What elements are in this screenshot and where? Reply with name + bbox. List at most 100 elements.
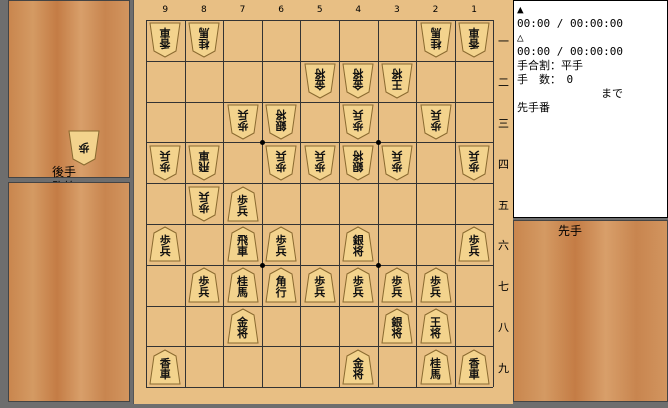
sente-piece[interactable]: 金将 — [342, 349, 374, 385]
gote-piece[interactable]: 歩兵 — [149, 145, 181, 181]
sente-piece[interactable]: 金将 — [226, 308, 259, 344]
piece-char: 歩 — [78, 141, 90, 154]
piece-char: 歩 — [391, 159, 403, 173]
gote-hand-piece[interactable]: 歩 — [68, 130, 100, 166]
piece-char: 馬 — [430, 26, 441, 40]
piece-char: 兵 — [468, 148, 480, 162]
star-point — [375, 140, 381, 146]
piece-char: 兵 — [275, 148, 287, 162]
sente-piece[interactable]: 歩兵 — [419, 267, 452, 303]
sente-piece[interactable]: 歩兵 — [226, 186, 259, 222]
gote-piece[interactable]: 桂馬 — [188, 22, 220, 58]
piece-char: 兵 — [275, 245, 287, 259]
grid-line — [146, 224, 494, 225]
piece-char: 車 — [198, 148, 210, 162]
sente-piece[interactable]: 歩兵 — [265, 226, 297, 262]
gote-piece[interactable]: 歩兵 — [304, 145, 336, 181]
sente-piece[interactable]: 王将 — [419, 308, 452, 344]
rank-label: 二 — [498, 76, 509, 90]
piece-char: 馬 — [430, 367, 441, 381]
piece-char: 香 — [159, 37, 171, 51]
gote-piece[interactable]: 金将 — [342, 63, 374, 99]
handicap-text: 手合割：平手 — [517, 59, 583, 72]
file-label: 9 — [162, 5, 169, 15]
sente-piece[interactable]: 銀将 — [342, 226, 374, 262]
grid-line — [146, 183, 494, 185]
sente-piece[interactable]: 飛車 — [226, 226, 259, 262]
gote-piece[interactable]: 銀将 — [342, 145, 374, 181]
grid-line — [146, 387, 494, 389]
piece-char: 車 — [159, 26, 171, 40]
gote-piece[interactable]: 飛車 — [188, 145, 220, 181]
komabako-area[interactable] — [8, 182, 130, 402]
piece-char: 王 — [391, 78, 403, 92]
gote-piece[interactable]: 香車 — [458, 22, 490, 58]
rank-label: 三 — [498, 117, 509, 130]
sente-piece[interactable]: 桂馬 — [419, 349, 452, 385]
gote-piece[interactable]: 銀将 — [265, 104, 297, 140]
sente-piece[interactable]: 香車 — [458, 349, 490, 385]
file-label: 8 — [201, 5, 207, 15]
gote-piece[interactable]: 歩兵 — [419, 104, 452, 140]
piece-char: 将 — [352, 367, 364, 381]
piece-char: 銀 — [275, 119, 287, 132]
sente-piece[interactable]: 銀将 — [381, 308, 413, 344]
gote-piece[interactable]: 歩兵 — [381, 145, 413, 181]
piece-char: 金 — [314, 78, 326, 92]
shogi-board[interactable]: 987654321一二三四五六七八九香車桂馬桂馬香車金将金将王将歩兵銀将歩兵歩兵… — [133, 0, 513, 404]
gote-piece[interactable]: 歩兵 — [458, 145, 490, 181]
piece-char: 兵 — [159, 245, 171, 259]
sente-piece[interactable]: 歩兵 — [458, 226, 490, 262]
gote-piece[interactable]: 歩兵 — [188, 186, 220, 222]
gote-label: 後手 — [52, 165, 77, 179]
piece-char: 将 — [314, 67, 326, 81]
gote-piece[interactable]: 香車 — [149, 22, 181, 58]
piece-char: 歩 — [159, 159, 171, 173]
file-label: 6 — [278, 5, 284, 15]
grid-line — [300, 20, 302, 388]
sente-piece-stand[interactable] — [513, 220, 668, 402]
piece-char: 歩 — [198, 200, 210, 214]
piece-char: 歩 — [237, 193, 248, 207]
move-count: 手 数： 0 — [517, 73, 574, 86]
piece-char: 兵 — [430, 286, 441, 300]
grid-line — [454, 20, 456, 388]
sente-piece[interactable]: 香車 — [149, 349, 181, 385]
piece-char: 桂 — [430, 37, 441, 51]
sente-piece[interactable]: 歩兵 — [188, 267, 220, 303]
grid-line — [146, 264, 494, 266]
gote-time: 00:00 / 00:00:00 — [517, 45, 623, 58]
piece-char: 兵 — [352, 108, 364, 121]
sente-piece[interactable]: 歩兵 — [342, 267, 374, 303]
star-point — [375, 262, 381, 268]
rank-label: 七 — [498, 280, 509, 294]
sente-piece[interactable]: 桂馬 — [226, 267, 259, 303]
gote-piece[interactable]: 桂馬 — [419, 22, 452, 58]
rank-label: 一 — [498, 35, 509, 49]
file-label: 1 — [471, 5, 477, 15]
grid-line — [146, 346, 494, 348]
gote-piece[interactable]: 王将 — [381, 63, 413, 99]
piece-char: 将 — [391, 67, 403, 81]
piece-char: 将 — [275, 108, 287, 121]
sente-piece[interactable]: 歩兵 — [304, 267, 336, 303]
piece-char: 行 — [275, 286, 287, 300]
piece-char: 将 — [430, 327, 441, 340]
piece-char: 兵 — [468, 245, 480, 259]
grid-line — [146, 305, 494, 307]
gote-piece[interactable]: 金将 — [304, 63, 336, 99]
piece-char: 歩 — [430, 119, 441, 132]
piece-char: 桂 — [198, 37, 210, 51]
gote-piece[interactable]: 歩兵 — [226, 104, 259, 140]
sente-piece[interactable]: 歩兵 — [149, 226, 181, 262]
sente-label: 先手 — [558, 224, 583, 238]
piece-char: 車 — [159, 367, 171, 381]
piece-char: 馬 — [237, 286, 248, 300]
piece-char: 歩 — [275, 159, 287, 173]
gote-piece[interactable]: 歩兵 — [265, 145, 297, 181]
sente-piece[interactable]: 角行 — [265, 267, 297, 303]
gote-piece[interactable]: 歩兵 — [342, 104, 374, 140]
rank-label: 六 — [498, 239, 509, 253]
piece-char: 馬 — [198, 26, 210, 40]
sente-piece[interactable]: 歩兵 — [381, 267, 413, 303]
